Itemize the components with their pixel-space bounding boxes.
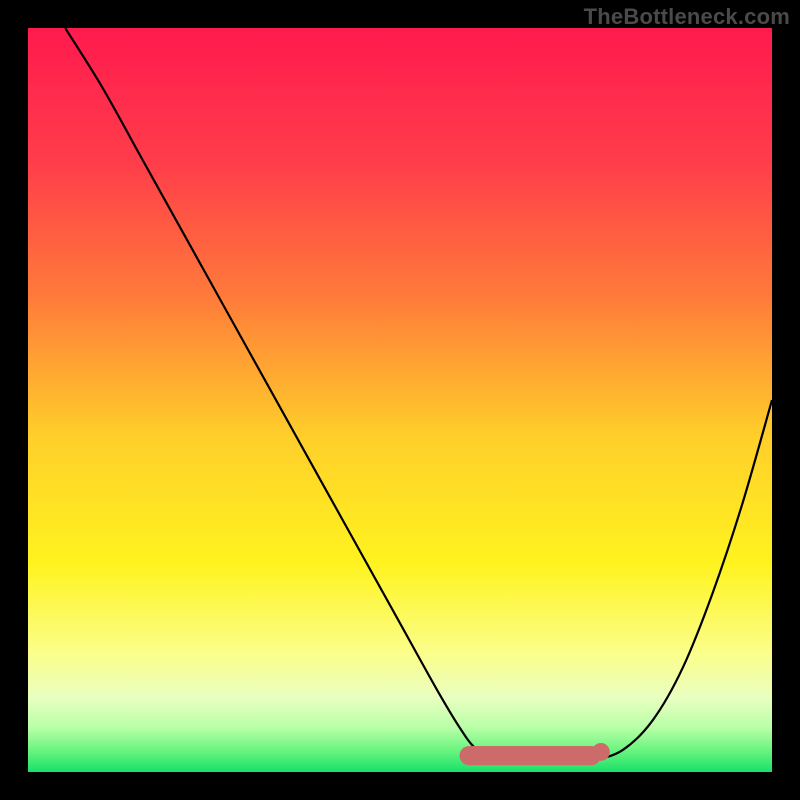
bottleneck-curve bbox=[65, 28, 772, 763]
optimal-range-band bbox=[460, 746, 601, 765]
optimal-range-end-dot bbox=[592, 743, 610, 761]
plot-svg bbox=[28, 28, 772, 772]
watermark-text: TheBottleneck.com bbox=[584, 4, 790, 30]
chart-frame bbox=[28, 28, 772, 772]
